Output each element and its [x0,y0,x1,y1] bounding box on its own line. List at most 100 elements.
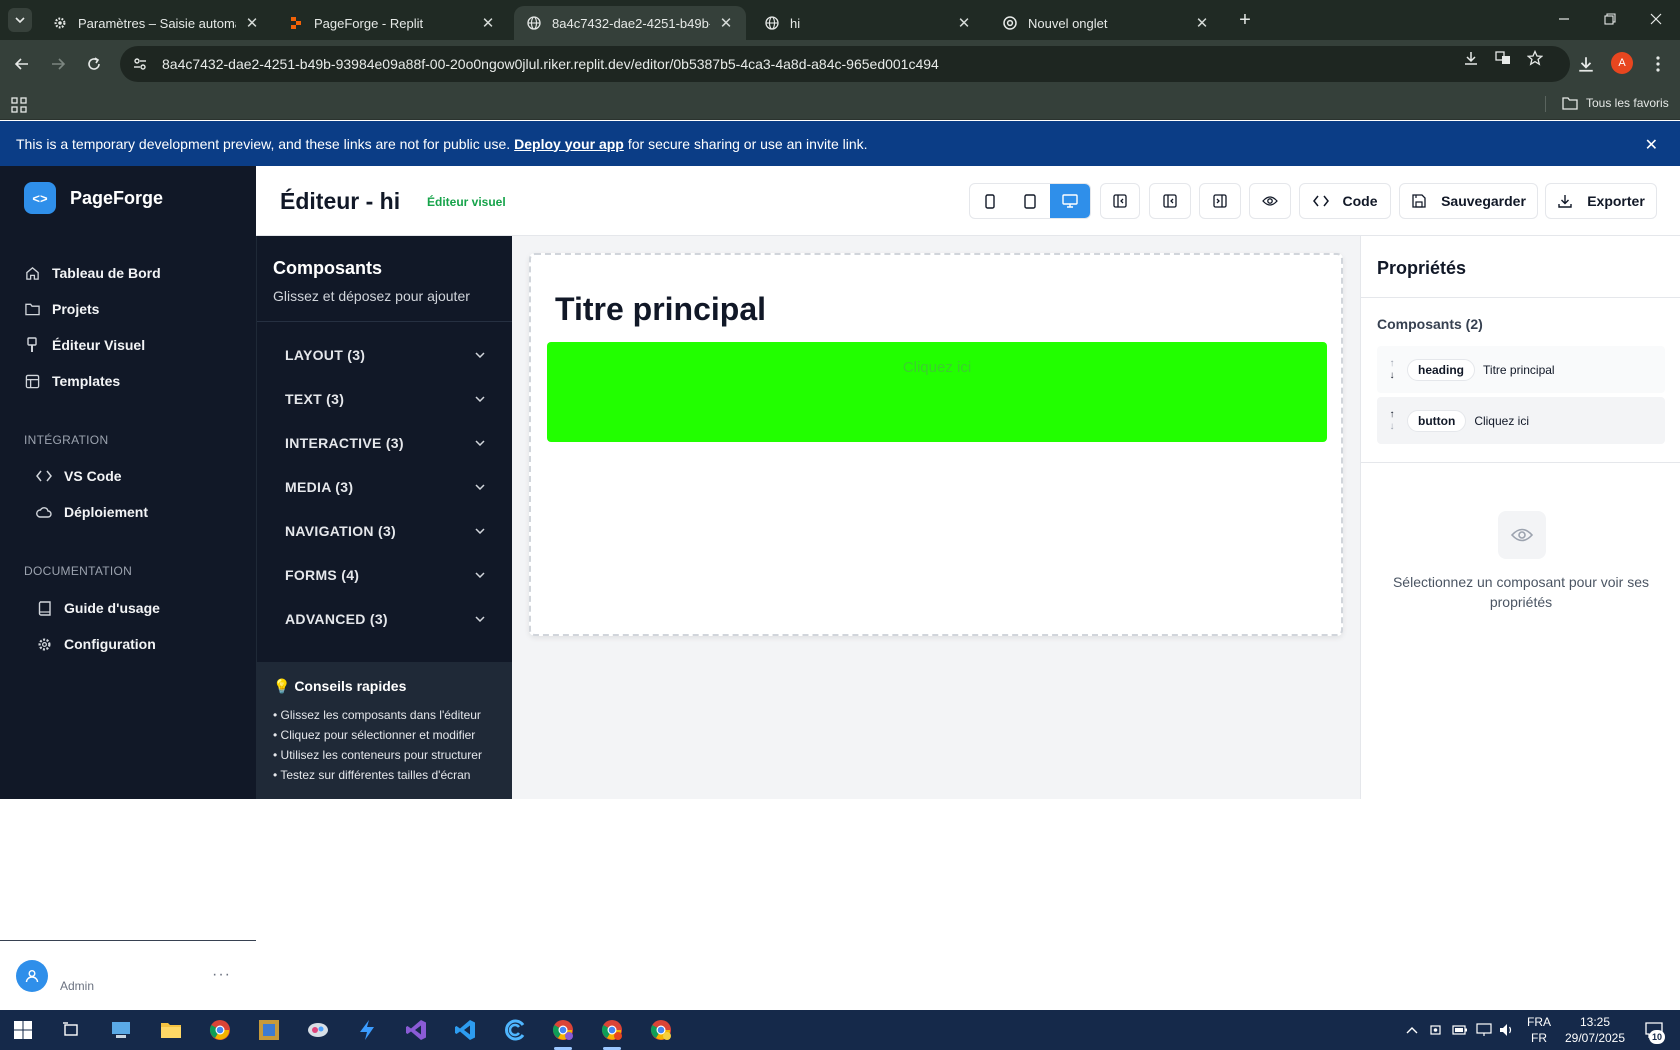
move-up-icon[interactable]: ↑ [1390,358,1395,370]
close-icon[interactable]: ✕ [244,15,260,32]
chevron-down-icon [475,528,485,534]
sidebar-item-deployment[interactable]: Déploiement [36,504,148,520]
reload-button[interactable] [82,52,106,76]
category-label: INTERACTIVE (3) [285,435,404,451]
toggle-left-panel-button[interactable] [1100,183,1140,219]
sidebar-item-templates[interactable]: Templates [24,373,120,389]
sidebar-item-label: Projets [52,301,100,317]
code-button[interactable]: Code [1299,183,1391,219]
sidebar-item-configuration[interactable]: Configuration [36,636,156,652]
sidebar-item-projects[interactable]: Projets [24,301,99,317]
translate-icon[interactable] [1493,48,1513,68]
tablet-view-button[interactable] [1010,184,1050,218]
browser-tab[interactable]: PageForge - Replit ✕ [276,6,508,40]
category-layout[interactable]: LAYOUT (3) [285,347,485,363]
canvas-button[interactable]: Cliquez ici [547,342,1327,442]
sidebar-item-dashboard[interactable]: Tableau de Bord [24,265,161,281]
site-settings-icon[interactable] [130,54,150,74]
save-button[interactable]: Sauvegarder [1399,183,1538,219]
close-icon[interactable]: ✕ [956,15,972,32]
tab-title: Paramètres – Saisie automatique [78,15,236,31]
deploy-app-link[interactable]: Deploy your app [514,136,624,152]
app-icon[interactable] [304,1016,332,1044]
desktop-view-button[interactable] [1050,184,1090,218]
url-bar[interactable]: 8a4c7432-dae2-4251-b49b-93984e09a88f-00-… [120,46,1570,82]
browser-menu-button[interactable] [1646,52,1670,76]
category-interactive[interactable]: INTERACTIVE (3) [285,435,485,451]
browser-tab-active[interactable]: 8a4c7432-dae2-4251-b49b-93984e09a88f ✕ [514,6,746,40]
profile-avatar[interactable]: A [1611,52,1633,74]
battery-icon[interactable] [1451,1020,1469,1040]
windows-start-icon[interactable] [9,1016,37,1044]
category-forms[interactable]: FORMS (4) [285,567,485,583]
install-icon[interactable] [1461,48,1481,68]
sidebar-item-visual-editor[interactable]: Éditeur Visuel [24,337,145,353]
component-row-button[interactable]: ↑ ↓ button Cliquez ici [1377,397,1665,444]
component-row-heading[interactable]: ↑ ↓ heading Titre principal [1377,346,1665,393]
task-view-icon[interactable] [57,1016,85,1044]
category-label: MEDIA (3) [285,479,354,495]
chevron-up-icon[interactable] [1403,1020,1421,1040]
sidebar-item-guide[interactable]: Guide d'usage [36,600,160,616]
new-tab-button[interactable]: + [1233,8,1257,32]
move-up-icon[interactable]: ↑ [1390,409,1395,421]
apps-grid-icon[interactable] [11,97,27,113]
browser-tab[interactable]: hi ✕ [752,6,984,40]
category-advanced[interactable]: ADVANCED (3) [285,611,485,627]
category-navigation[interactable]: NAVIGATION (3) [285,523,485,539]
close-icon[interactable]: ✕ [480,15,496,32]
app-icon[interactable] [353,1016,381,1044]
close-icon[interactable]: ✕ [718,15,734,32]
browser-tab[interactable]: Nouvel onglet ✕ [990,6,1222,40]
brand[interactable]: <> PageForge [24,182,163,214]
tab-title: Nouvel onglet [1028,15,1108,31]
vscode-icon[interactable] [451,1016,479,1044]
app-icon[interactable] [255,1016,283,1044]
toggle-right-panel-button[interactable] [1199,183,1241,219]
meet-icon[interactable] [1428,1020,1446,1040]
downloads-button[interactable] [1574,52,1598,76]
move-down-icon[interactable]: ↓ [1390,370,1395,382]
visual-studio-icon[interactable] [402,1016,430,1044]
category-text[interactable]: TEXT (3) [285,391,485,407]
avatar[interactable] [16,960,48,992]
input-language[interactable]: FRA FR [1527,1014,1551,1046]
minimize-button[interactable] [1541,4,1587,34]
restore-button[interactable] [1587,4,1633,34]
page-canvas[interactable]: Titre principal Cliquez ici [529,253,1343,636]
chrome-profile-icon[interactable] [549,1016,577,1044]
monitor-icon [1062,194,1078,208]
close-icon[interactable]: ✕ [1194,15,1210,32]
close-window-button[interactable] [1633,4,1679,34]
user-menu-button[interactable]: ··· [212,966,231,984]
network-icon[interactable] [1475,1020,1493,1040]
volume-icon[interactable] [1498,1020,1516,1040]
category-media[interactable]: MEDIA (3) [285,479,485,495]
browser-tab[interactable]: Paramètres – Saisie automatique ✕ [40,6,272,40]
app-icon[interactable] [107,1016,135,1044]
chrome-profile-icon[interactable] [598,1016,626,1044]
forward-button[interactable] [46,52,70,76]
export-button[interactable]: Exporter [1545,183,1657,219]
chrome-profile-icon[interactable] [647,1016,675,1044]
properties-panel: Propriétés Composants (2) ↑ ↓ heading Ti… [1360,236,1680,799]
system-clock[interactable]: 13:25 29/07/2025 [1560,1014,1630,1046]
canvas-heading[interactable]: Titre principal [555,291,766,328]
close-icon[interactable]: ✕ [1645,135,1658,155]
mobile-view-button[interactable] [970,184,1010,218]
app-icon[interactable] [500,1016,528,1044]
sidebar-item-vscode[interactable]: VS Code [36,468,122,484]
file-explorer-icon[interactable] [157,1016,185,1044]
quick-tips: 💡 Conseils rapides • Glissez les composa… [257,662,513,799]
chevron-down-icon [475,572,485,578]
smartphone-icon [985,193,995,209]
collapse-components-button[interactable] [1149,183,1191,219]
all-bookmarks-button[interactable]: Tous les favoris [1562,96,1669,110]
move-down-icon[interactable]: ↓ [1390,421,1395,433]
back-button[interactable] [10,52,34,76]
gear-icon [52,15,68,31]
chrome-icon[interactable] [206,1016,234,1044]
preview-button[interactable] [1249,183,1291,219]
star-icon[interactable] [1525,48,1545,68]
tab-search-button[interactable] [8,8,32,32]
